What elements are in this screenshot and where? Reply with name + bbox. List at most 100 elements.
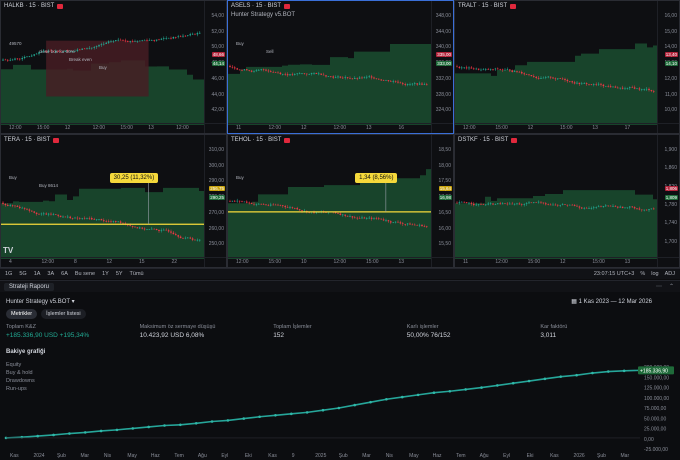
legend-item-3[interactable]: Run-ups <box>6 386 27 392</box>
metrics-button[interactable]: Metrikler <box>6 309 38 319</box>
panel-header[interactable]: TEHOL · 15 · BIST <box>231 137 291 143</box>
candle <box>621 206 624 208</box>
candle <box>2 59 4 61</box>
trades-list-button[interactable]: İşlemler listesi <box>41 309 86 319</box>
candle <box>621 87 624 89</box>
candle <box>69 216 71 219</box>
price-chart[interactable] <box>455 135 659 259</box>
log-toggle[interactable]: log <box>651 271 658 277</box>
range-5y[interactable]: 5Y <box>116 271 123 277</box>
legend-item-1[interactable]: Buy & hold <box>6 370 33 376</box>
candle <box>344 214 346 216</box>
candle <box>131 41 134 42</box>
time-axis[interactable]: 4 12:00 8 12 15 22 <box>1 257 226 267</box>
candle <box>255 203 258 205</box>
candle <box>547 204 549 205</box>
equity-point <box>99 429 103 433</box>
range-1g[interactable]: 1G <box>5 271 12 277</box>
equity-segment <box>608 370 625 373</box>
time-axis[interactable]: 11 12:00 12 12:00 13 16 <box>228 123 453 133</box>
range-5g[interactable]: 5G <box>19 271 26 277</box>
equity-point <box>210 420 214 423</box>
candle <box>617 206 619 208</box>
chart-panel-1[interactable]: ASELS · 15 · BIST Hunter Strategy v5.BOT 3… <box>227 0 454 134</box>
metric-label: Karlı işlemler <box>406 324 439 330</box>
range-1a[interactable]: 1A <box>34 271 41 277</box>
chart-panel-4[interactable]: TEHOL · 15 · BIST 18,5018,0017,5017,0016,… <box>227 134 454 268</box>
time-tick: 13 <box>366 125 372 131</box>
time-tick: 15:00 <box>592 259 605 265</box>
range-all[interactable]: Tümü <box>130 271 144 277</box>
chart-panel-0[interactable]: HALKB · 15 · BIST 54,0052,0050,0048,0046,… <box>0 0 227 134</box>
time-axis[interactable]: 11 12:00 15:00 12 15:00 13 <box>455 257 679 267</box>
candle <box>153 228 155 230</box>
price-chart[interactable] <box>228 135 433 259</box>
panel-header[interactable]: HALKB · 15 · BIST <box>4 3 64 9</box>
symbol-label[interactable]: DSTKF · 15 · BIST <box>458 137 508 143</box>
equity-point <box>385 397 388 401</box>
chart-panel-2[interactable]: TRALT · 15 · BIST 16,0015,0014,0013,0012,… <box>454 0 680 134</box>
price-chart[interactable] <box>455 1 659 125</box>
auto-toggle[interactable]: ADJ <box>665 271 675 277</box>
symbol-label[interactable]: HALKB · 15 · BIST <box>4 3 54 9</box>
candle <box>380 218 382 220</box>
price-axis[interactable]: 310,00300,00290,00280,00270,00260,00250,… <box>204 135 226 267</box>
price-axis[interactable]: 18,5018,0017,5017,0016,5016,0015,5016,98… <box>431 135 453 267</box>
candle <box>404 84 406 85</box>
candle <box>633 87 636 89</box>
candle <box>511 203 513 205</box>
range-1y[interactable]: 1Y <box>102 271 109 277</box>
strategy-name[interactable]: Hunter Strategy v5.BOT ▾ <box>6 298 75 305</box>
candle <box>629 87 631 89</box>
time-axis[interactable]: 12:00 15:00 12 12:00 15:00 13 12:00 <box>1 123 226 133</box>
percent-toggle[interactable]: % <box>640 271 645 277</box>
symbol-label[interactable]: TEHOL · 15 · BIST <box>231 137 281 143</box>
time-axis[interactable]: 12:00 15:00 12 15:00 13 17 <box>455 123 679 133</box>
candle <box>265 204 267 206</box>
range-3a[interactable]: 3A <box>47 271 54 277</box>
chart-panel-3[interactable]: TERA · 15 · BIST 310,00300,00290,00280,00… <box>0 134 227 268</box>
panel-header[interactable]: TERA · 15 · BIST <box>4 137 60 143</box>
price-axis[interactable]: 16,0015,0014,0013,0012,0011,0010,0014,10… <box>657 1 679 133</box>
time-axis[interactable]: 12:00 15:00 10 12:00 15:00 13 <box>228 257 453 267</box>
legend-item-0[interactable]: Equity <box>6 362 21 368</box>
symbol-label[interactable]: TERA · 15 · BIST <box>4 137 50 143</box>
candle <box>487 203 489 205</box>
equity-segment <box>322 407 339 411</box>
price-chart[interactable] <box>1 1 206 125</box>
date-range[interactable]: ▦ 1 Kas 2023 — 12 Mar 2026 <box>571 298 652 305</box>
candle <box>557 78 559 80</box>
panel-header[interactable]: TRALT · 15 · BIST <box>458 3 517 9</box>
price-axis[interactable]: 54,0052,0050,0048,0046,0044,0042,0044,14… <box>204 1 226 133</box>
panel-header[interactable]: DSTKF · 15 · BIST <box>458 137 518 143</box>
panel-header[interactable]: ASELS · 15 · BIST <box>231 3 291 9</box>
strategy-label[interactable]: Hunter Strategy v5.BOT <box>231 12 295 18</box>
symbol-label[interactable]: TRALT · 15 · BIST <box>458 3 507 9</box>
price-axis[interactable]: 348,00344,00340,00336,00332,00328,00324,… <box>431 1 453 133</box>
candle <box>406 84 409 85</box>
equity-x-tick: Eyl <box>221 453 228 459</box>
candle <box>272 204 274 206</box>
candle <box>83 217 86 219</box>
price-chart[interactable] <box>228 1 433 125</box>
equity-point <box>83 431 87 434</box>
candle <box>636 208 638 209</box>
candle <box>250 202 253 204</box>
legend-item-2[interactable]: Drawdowns <box>6 378 35 384</box>
minimize-icon[interactable]: ⌃ <box>669 283 674 290</box>
chart-panel-5[interactable]: DSTKF · 15 · BIST 1,9001,8601,8201,7801,7… <box>454 134 680 268</box>
more-icon[interactable]: ⋯ <box>656 283 662 290</box>
candle <box>167 37 170 39</box>
metric-label: Maksimum öz sermaye düşüşü <box>139 324 216 330</box>
price-axis[interactable]: 1,9001,8601,8201,7801,7401,7001,8091,806 <box>657 135 679 267</box>
price-chart[interactable] <box>1 135 206 259</box>
range-ytd[interactable]: Bu sene <box>75 271 95 277</box>
equity-point <box>194 422 198 425</box>
candle <box>7 205 9 206</box>
range-6a[interactable]: 6A <box>61 271 68 277</box>
candle <box>600 206 602 208</box>
candle <box>421 83 423 85</box>
tab-strategy-report[interactable]: Strateji Raporu <box>4 282 55 291</box>
symbol-label[interactable]: ASELS · 15 · BIST <box>231 3 281 9</box>
equity-segment <box>116 427 133 431</box>
